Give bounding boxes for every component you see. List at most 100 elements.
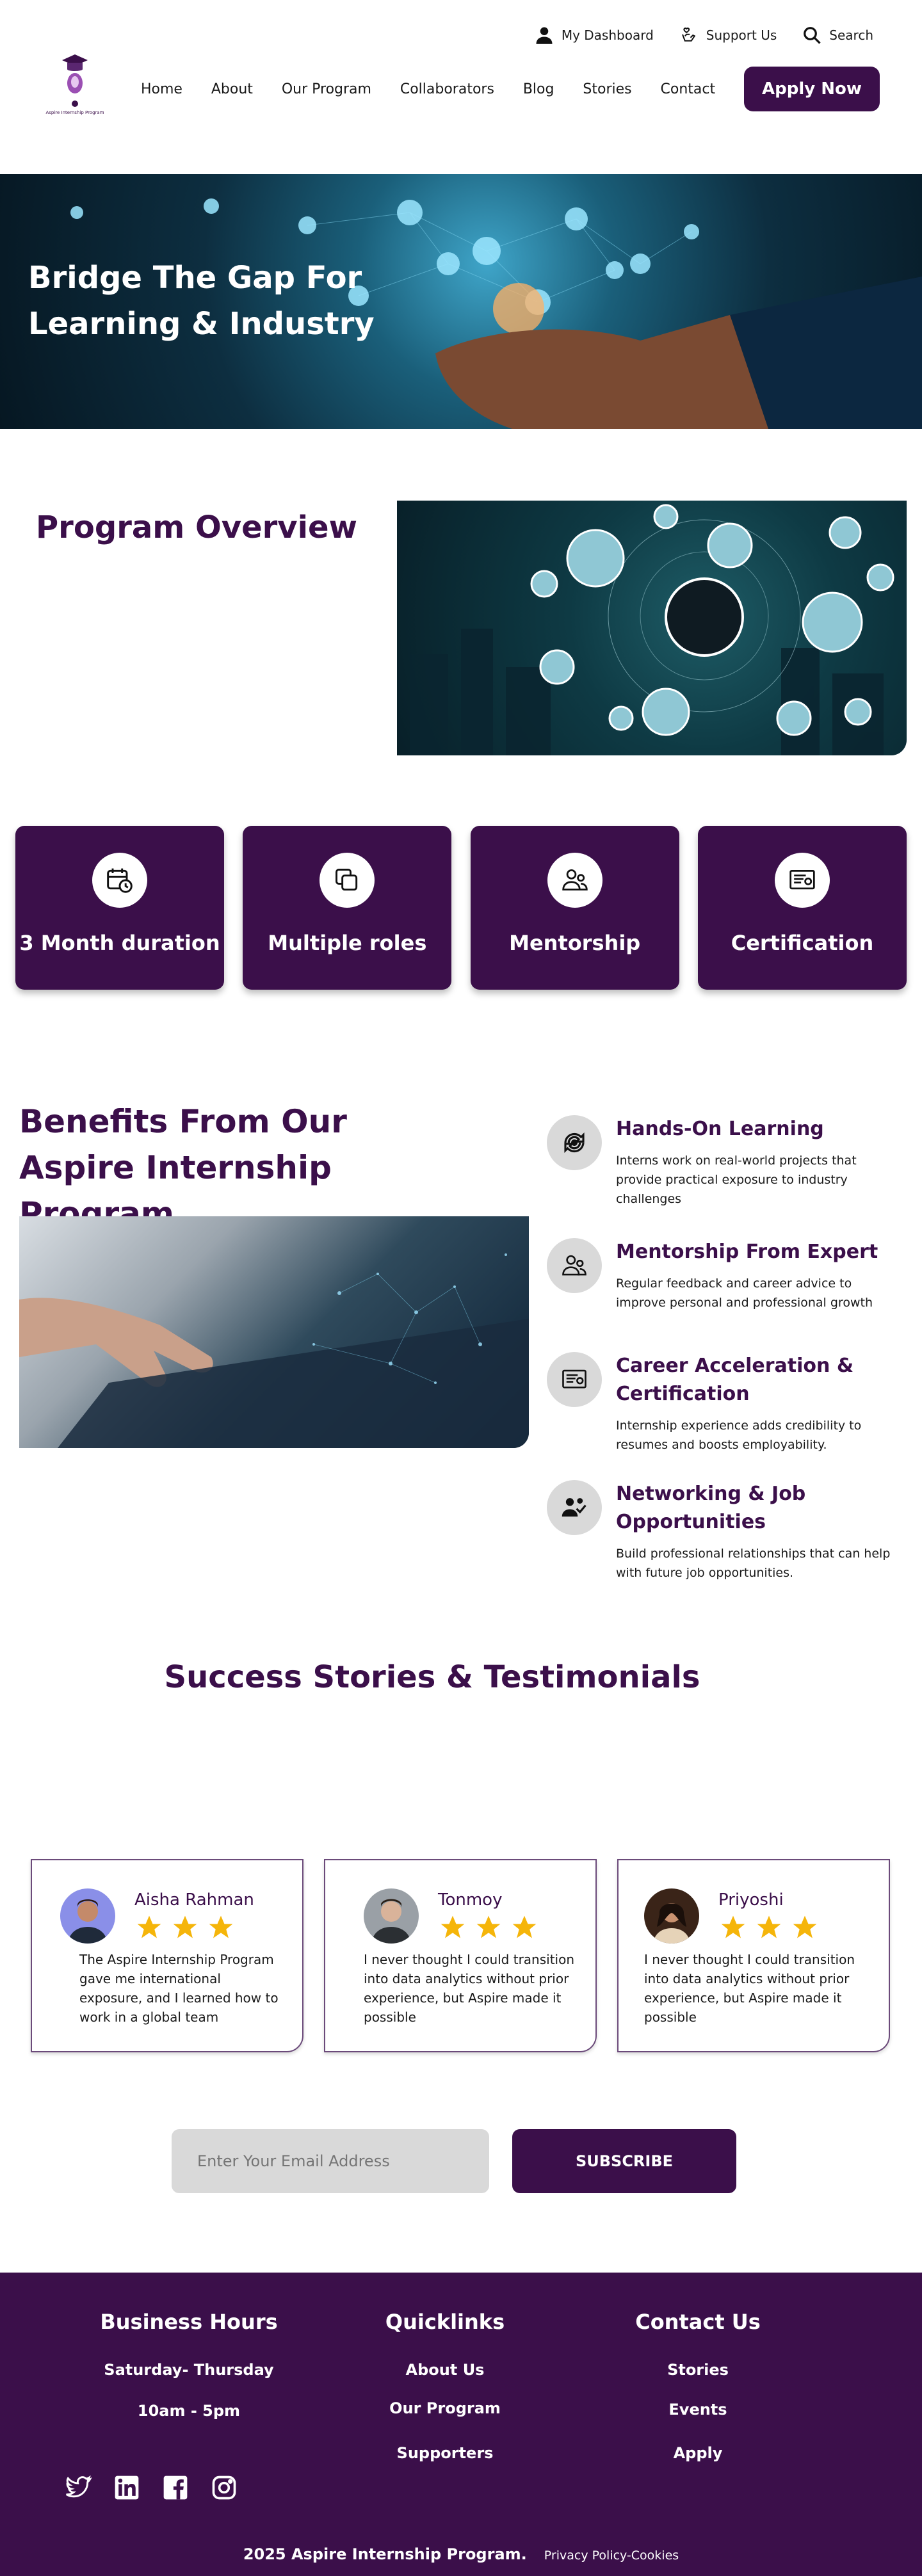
support-us-link[interactable]: Support Us xyxy=(679,26,777,45)
star-icon xyxy=(512,1915,537,1938)
avatar xyxy=(644,1888,699,1944)
search-icon xyxy=(804,27,821,44)
benefit-desc: Internship experience adds credibility t… xyxy=(616,1419,862,1452)
subscribe-button[interactable]: SUBSCRIBE xyxy=(512,2129,736,2193)
star-icon xyxy=(757,1915,781,1938)
benefit-title: Career Acceleration & Certification xyxy=(616,1355,853,1405)
privacy-cookies-link[interactable]: Privacy Policy-Cookies xyxy=(544,2548,679,2563)
network-users-icon xyxy=(562,1498,586,1517)
benefit-desc: Interns work on real-world projects that… xyxy=(616,1154,857,1206)
benefit-desc: Regular feedback and career advice to im… xyxy=(616,1276,873,1310)
testimonial-card: Aisha Rahman The Aspire Internship Progr… xyxy=(31,1859,303,2052)
testimonial-cards: Aisha Rahman The Aspire Internship Progr… xyxy=(31,1859,890,2052)
testimonial-text: I never thought I could transition into … xyxy=(364,1952,575,2025)
apply-now-button[interactable]: Apply Now xyxy=(744,67,880,111)
email-field[interactable] xyxy=(172,2129,489,2193)
testimonial-name: Tonmoy xyxy=(438,1890,503,1910)
benefit-title: Hands-On Learning xyxy=(616,1118,824,1140)
feature-label: 3 Month duration xyxy=(19,931,220,955)
star-icon xyxy=(137,1915,161,1938)
footer-link-our-program[interactable]: Our Program xyxy=(371,2399,519,2417)
benefit-title: Mentorship From Expert xyxy=(616,1241,878,1263)
certificate-icon xyxy=(562,1369,586,1389)
benefit-icon-wrap xyxy=(547,1352,602,1407)
footer-link-stories[interactable]: Stories xyxy=(627,2361,768,2379)
site-footer: Business Hours Saturday- Thursday 10am -… xyxy=(0,2273,922,2576)
testimonials-title: Success Stories & Testimonials xyxy=(164,1659,700,1695)
feature-card-certification: Certification xyxy=(697,826,907,990)
star-rating xyxy=(134,1913,254,1942)
star-rating xyxy=(718,1913,820,1942)
calendar-clock-icon xyxy=(107,868,133,893)
footer-link-supporters[interactable]: Supporters xyxy=(371,2444,519,2462)
footer-link-apply[interactable]: Apply xyxy=(627,2444,768,2462)
feature-icon-wrap xyxy=(319,853,375,908)
nav-collaborators[interactable]: Collaborators xyxy=(400,81,494,97)
nav-home[interactable]: Home xyxy=(141,81,182,97)
feature-card-mentorship: Mentorship xyxy=(470,826,679,990)
hero-banner: Bridge The Gap For Learning & Industry xyxy=(0,174,922,429)
feature-label: Certification xyxy=(731,931,874,955)
network-circles-image xyxy=(410,504,894,755)
hero-title: Bridge The Gap For Learning & Industry xyxy=(28,260,375,342)
linkedin-icon[interactable] xyxy=(113,2474,141,2502)
avatar-image xyxy=(60,1888,115,1944)
testimonial-name: Aisha Rahman xyxy=(134,1890,254,1910)
facebook-icon[interactable] xyxy=(161,2474,190,2502)
nav-contact[interactable]: Contact xyxy=(661,81,716,97)
testimonial-card: Tonmoy I never thought I could transitio… xyxy=(324,1859,597,2052)
testimonial-text: I never thought I could transition into … xyxy=(644,1952,855,2025)
copyright-text: 2025 Aspire Internship Program. xyxy=(243,2545,527,2563)
my-dashboard-label: My Dashboard xyxy=(561,28,654,43)
feature-icon-wrap xyxy=(774,853,830,908)
footer-quicklinks-title: Quicklinks xyxy=(385,2310,505,2334)
certificate-icon xyxy=(789,869,815,890)
support-us-label: Support Us xyxy=(706,28,777,43)
footer-link-about-us[interactable]: About Us xyxy=(371,2361,519,2379)
search-label: Search xyxy=(829,28,873,43)
twitter-icon[interactable] xyxy=(64,2474,92,2502)
benefits-image xyxy=(19,1216,529,1448)
my-dashboard-link[interactable]: My Dashboard xyxy=(535,26,654,45)
benefit-mentorship: Mentorship From Expert Regular feedback … xyxy=(547,1238,905,1312)
main-nav: Home About Our Program Collaborators Blo… xyxy=(141,67,880,111)
star-icon xyxy=(476,1915,501,1938)
benefit-title: Networking & Job Opportunities xyxy=(616,1483,806,1533)
site-logo[interactable]: Aspire Internship Program xyxy=(45,50,104,120)
nav-our-program[interactable]: Our Program xyxy=(282,81,371,97)
footer-hours-title: Business Hours xyxy=(100,2310,278,2334)
benefit-hands-on: Hands-On Learning Interns work on real-w… xyxy=(547,1115,905,1209)
benefit-icon-wrap xyxy=(547,1238,602,1293)
instagram-icon[interactable] xyxy=(210,2474,238,2502)
testimonial-text: The Aspire Internship Program gave me in… xyxy=(79,1952,279,2025)
mentor-users-icon xyxy=(562,1255,586,1276)
search-link[interactable]: Search xyxy=(802,26,873,45)
footer-contact-title: Contact Us xyxy=(635,2310,761,2334)
nav-blog[interactable]: Blog xyxy=(523,81,554,97)
footer-quicklinks: Quicklinks About Us Our Program Supporte… xyxy=(371,2310,519,2462)
feature-cards: 3 Month duration Multiple roles Mentorsh… xyxy=(15,826,907,990)
benefit-career: Career Acceleration & Certification Inte… xyxy=(547,1352,905,1454)
footer-link-events[interactable]: Events xyxy=(627,2401,768,2419)
avatar xyxy=(60,1888,115,1944)
nav-about[interactable]: About xyxy=(211,81,253,97)
feature-label: Mentorship xyxy=(509,931,641,955)
user-icon xyxy=(536,27,553,44)
utility-bar: My Dashboard Support Us Search xyxy=(535,26,873,45)
cycle-icon xyxy=(564,1132,585,1154)
nav-stories[interactable]: Stories xyxy=(583,81,631,97)
footer-hours-time: 10am - 5pm xyxy=(137,2402,241,2420)
benefit-desc: Build professional relationships that ca… xyxy=(616,1547,891,1580)
footer-business-hours: Business Hours Saturday- Thursday 10am -… xyxy=(96,2310,282,2420)
laptop-hands-image xyxy=(19,1253,529,1448)
star-icon xyxy=(173,1915,197,1938)
star-icon xyxy=(441,1915,465,1938)
copy-stack-icon xyxy=(336,869,358,891)
benefit-icon-wrap xyxy=(547,1480,602,1535)
logo-text: Aspire Internship Program xyxy=(45,110,104,115)
testimonial-card: Priyoshi I never thought I could transit… xyxy=(617,1859,890,2052)
testimonial-name: Priyoshi xyxy=(718,1890,784,1910)
feature-card-duration: 3 Month duration xyxy=(15,826,224,990)
feature-icon-wrap xyxy=(547,853,603,908)
star-rating xyxy=(438,1913,539,1942)
